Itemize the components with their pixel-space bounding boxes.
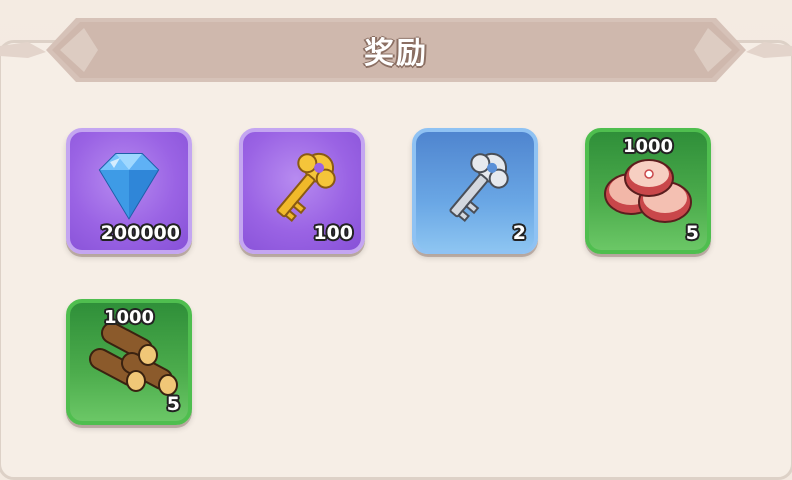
- reward-quantity: 5: [685, 222, 699, 244]
- reward-tile-silver-key[interactable]: 2: [412, 128, 538, 254]
- reward-panel: 奖励 200000 100 2 1000 5 1000 5: [0, 0, 792, 480]
- reward-tile-diamond[interactable]: 200000: [66, 128, 192, 254]
- title-ribbon: 奖励: [46, 18, 746, 82]
- right-ribbon-wing: [746, 42, 792, 58]
- reward-quantity: 100: [313, 222, 353, 244]
- reward-quantity: 200000: [100, 222, 180, 244]
- reward-amount: 1000: [103, 307, 155, 328]
- reward-quantity: 2: [512, 222, 526, 244]
- reward-tile-meat[interactable]: 1000 5: [585, 128, 711, 254]
- reward-quantity: 5: [166, 393, 180, 415]
- page-title: 奖励: [364, 36, 428, 71]
- reward-tile-gold-key[interactable]: 100: [239, 128, 365, 254]
- reward-tile-wood[interactable]: 1000 5: [66, 299, 192, 425]
- left-ribbon-wing: [0, 42, 46, 58]
- reward-amount: 1000: [622, 136, 674, 157]
